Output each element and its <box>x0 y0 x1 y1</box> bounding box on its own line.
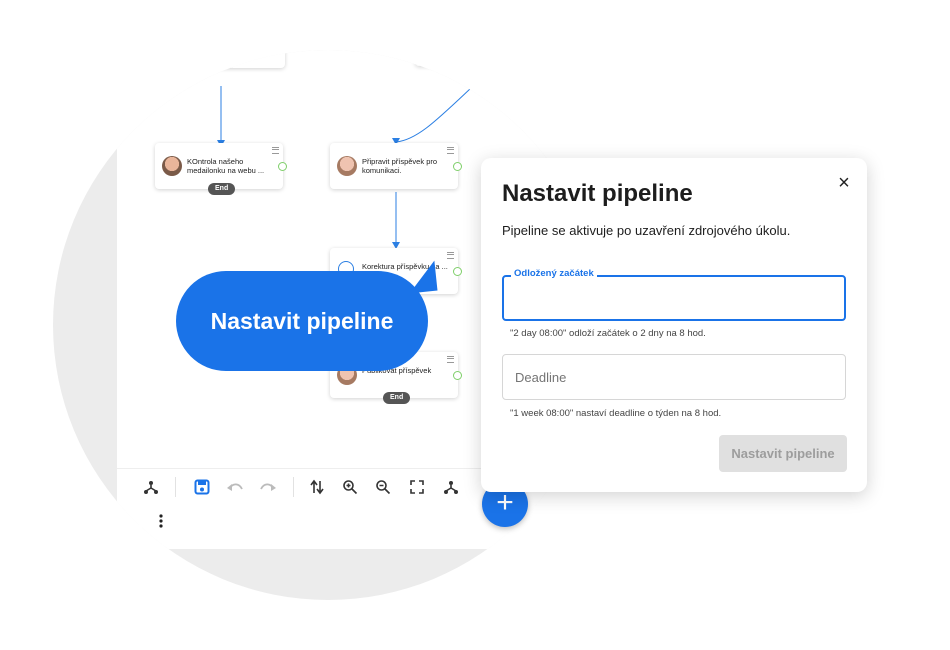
node-text: KOntrola našeho medailonku na webu ... <box>187 157 265 175</box>
toolbar-divider <box>293 477 294 497</box>
pipeline-dialog: Nastavit pipeline × Pipeline se aktivuje… <box>481 158 867 492</box>
node-port[interactable] <box>453 162 462 171</box>
hierarchy-icon[interactable] <box>441 477 461 497</box>
dialog-description: Pipeline se aktivuje po uzavření zdrojov… <box>502 223 791 238</box>
menu-icon[interactable] <box>447 252 454 259</box>
workflow-node[interactable] <box>415 50 555 66</box>
zoom-out-icon[interactable] <box>373 477 393 497</box>
delayed-start-input[interactable] <box>502 275 846 321</box>
workflow-node[interactable]: ... a ... <box>157 50 285 68</box>
menu-icon[interactable] <box>447 356 454 363</box>
workflow-node[interactable]: Připravit příspěvek pro komunikaci. <box>330 143 462 189</box>
end-badge: End <box>383 392 411 404</box>
undo-icon[interactable] <box>225 477 245 497</box>
zoom-in-icon[interactable] <box>340 477 360 497</box>
more-vertical-icon[interactable] <box>151 511 171 531</box>
save-icon[interactable] <box>192 477 212 497</box>
node-port[interactable] <box>278 162 287 171</box>
avatar <box>162 156 182 176</box>
menu-icon[interactable] <box>447 147 454 154</box>
menu-icon[interactable] <box>272 147 279 154</box>
end-badge: End <box>208 183 236 195</box>
node-port[interactable] <box>453 371 462 380</box>
fit-screen-icon[interactable] <box>407 477 427 497</box>
delayed-start-label: Odložený začátek <box>511 268 597 279</box>
delayed-start-hint: "2 day 08:00" odloží začátek o 2 dny na … <box>510 328 706 339</box>
callout-bubble: Nastavit pipeline <box>176 271 428 371</box>
dialog-title: Nastavit pipeline <box>502 180 693 207</box>
submit-pipeline-button[interactable]: Nastavit pipeline <box>719 435 847 472</box>
swap-vertical-icon[interactable] <box>307 477 327 497</box>
node-text: Připravit příspěvek pro komunikaci. <box>362 157 438 175</box>
close-icon[interactable]: × <box>835 173 853 193</box>
node-text: ... a ... <box>217 56 238 65</box>
node-port[interactable] <box>453 267 462 276</box>
deadline-input[interactable] <box>502 354 846 400</box>
deadline-hint: "1 week 08:00" nastaví deadline o týden … <box>510 408 722 419</box>
toolbar-divider <box>175 477 176 497</box>
redo-icon[interactable] <box>258 477 278 497</box>
hierarchy-icon[interactable] <box>141 477 161 497</box>
avatar <box>337 156 357 176</box>
